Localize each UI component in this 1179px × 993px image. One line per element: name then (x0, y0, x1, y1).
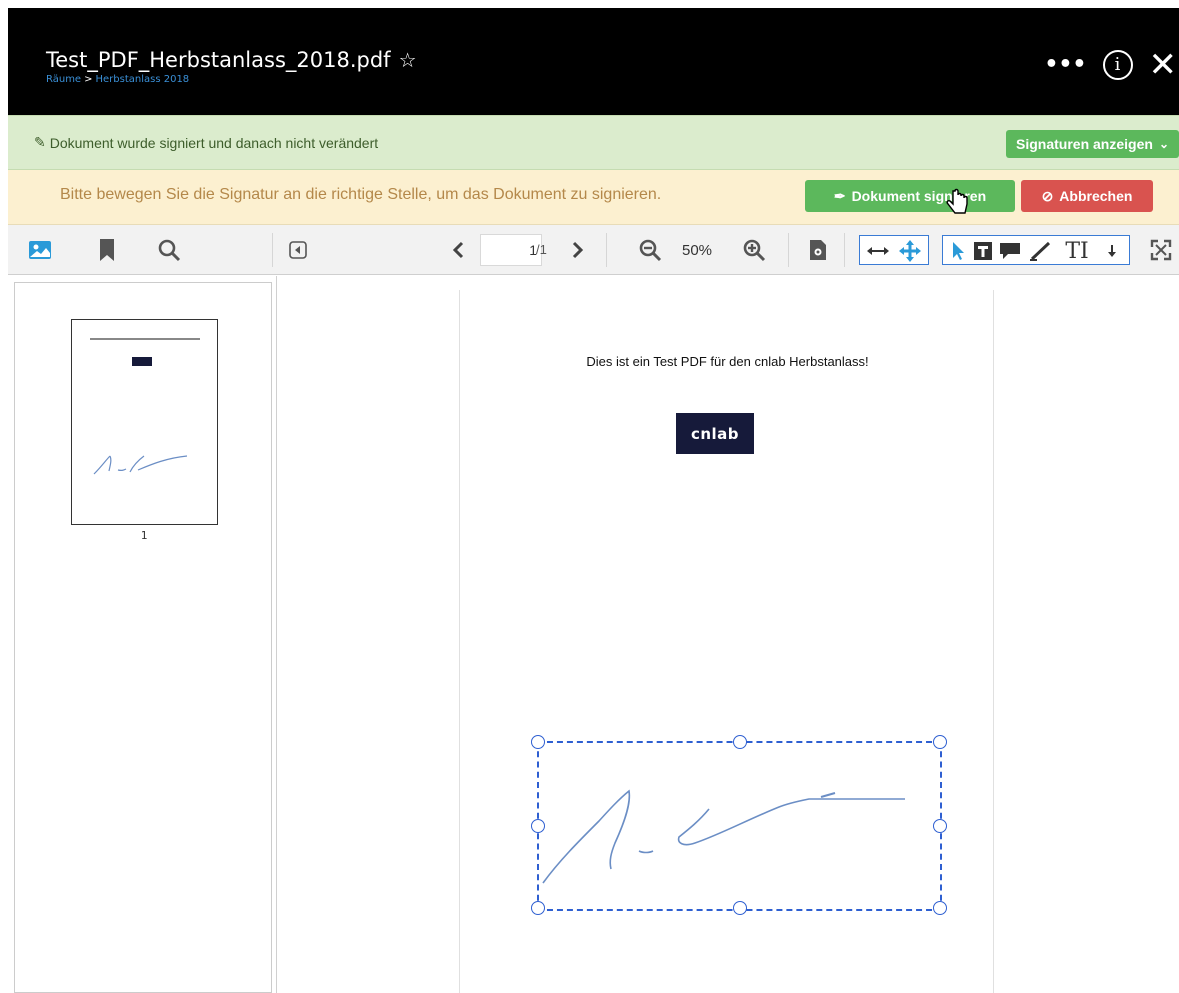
signature-placement-box[interactable] (531, 735, 947, 915)
cnlab-logo: cnlab (676, 413, 754, 454)
resize-handle-bottom-left[interactable] (531, 901, 545, 915)
show-signatures-button[interactable]: Signaturen anzeigen ⌄ (1006, 130, 1179, 158)
sidebar-toggle-icon[interactable] (286, 235, 310, 265)
header-actions: ••• i ✕ (1044, 48, 1179, 82)
header-bar: Test_PDF_Herbstanlass_2018.pdf ☆ Räume >… (8, 8, 1179, 115)
zoom-in-icon[interactable] (740, 235, 768, 265)
resize-handle-bottom[interactable] (733, 901, 747, 915)
pdf-viewer: Test_PDF_Herbstanlass_2018.pdf ☆ Räume >… (0, 0, 1179, 993)
signature-status-text: Dokument wurde signiert und danach nicht… (49, 134, 379, 151)
breadcrumb-item-herbstanlass[interactable]: Herbstanlass 2018 (95, 74, 189, 85)
title-row: Test_PDF_Herbstanlass_2018.pdf ☆ (46, 48, 417, 72)
resize-handle-top-left[interactable] (531, 735, 545, 749)
cancel-label: Abbrechen (1059, 188, 1133, 204)
signature-status-bar: ✎ Dokument wurde signiert und danach nic… (8, 115, 1179, 170)
toolbar-divider (788, 233, 789, 267)
fit-width-icon[interactable] (864, 236, 892, 266)
select-arrow-icon[interactable] (947, 236, 969, 266)
search-icon[interactable] (154, 235, 184, 265)
breadcrumb: Räume > Herbstanlass 2018 (46, 74, 189, 85)
settings-page-icon[interactable] (806, 235, 830, 265)
resize-handle-left[interactable] (531, 819, 545, 833)
next-page-icon[interactable] (568, 235, 588, 265)
thumb-signature-icon (93, 455, 188, 475)
bookmark-icon[interactable] (96, 235, 118, 265)
toolbar-divider (272, 233, 273, 267)
signature-drawing (542, 789, 905, 884)
breadcrumb-item-raeume[interactable]: Räume (46, 74, 81, 85)
sign-instruction-text: Bitte bewegen Sie die Signatur an die ri… (60, 186, 662, 203)
toolbar-divider (606, 233, 607, 267)
sign-instruction-bar: Bitte bewegen Sie die Signatur an die ri… (8, 170, 1179, 225)
viewer-toolbar: 1 /1 50% TI (8, 225, 1179, 275)
cancel-button[interactable]: ⊘ Abbrechen (1021, 180, 1153, 212)
pan-icon[interactable] (896, 236, 924, 266)
page-total: /1 (536, 242, 547, 257)
comment-icon[interactable] (997, 236, 1023, 266)
resize-handle-top[interactable] (733, 735, 747, 749)
fullscreen-icon[interactable] (1148, 235, 1174, 265)
page-number-input[interactable]: 1 (480, 234, 542, 266)
cancel-circle-icon: ⊘ (1041, 187, 1054, 204)
chevron-down-icon: ⌄ (1158, 137, 1169, 151)
signature-status: ✎ Dokument wurde signiert und danach nic… (34, 134, 378, 151)
zoom-level: 50% (682, 242, 713, 259)
toolbar-divider (844, 233, 845, 267)
zoom-out-icon[interactable] (636, 235, 664, 265)
more-icon[interactable]: ••• (1044, 54, 1086, 76)
prev-page-icon[interactable] (448, 235, 468, 265)
text-annotation-icon[interactable] (971, 236, 995, 266)
annotation-tools-group: TI (942, 235, 1130, 265)
dropdown-arrow-icon[interactable] (1101, 236, 1123, 266)
document-title: Test_PDF_Herbstanlass_2018.pdf (46, 48, 391, 72)
pen-icon: ✒ (833, 187, 846, 204)
resize-handle-bottom-right[interactable] (933, 901, 947, 915)
thumb-text-line (90, 338, 200, 340)
thumbnail-panel: 1 (14, 282, 272, 993)
info-icon[interactable]: i (1102, 50, 1133, 80)
sign-document-button[interactable]: ✒ Dokument signieren (805, 180, 1015, 212)
resize-handle-top-right[interactable] (933, 735, 947, 749)
star-icon[interactable]: ☆ (399, 50, 417, 70)
draw-icon[interactable] (1027, 236, 1053, 266)
close-icon[interactable]: ✕ (1149, 48, 1178, 82)
thumb-logo (132, 357, 152, 366)
breadcrumb-separator: > (84, 74, 93, 85)
show-signatures-label: Signaturen anzeigen (1016, 136, 1153, 152)
pencil-icon: ✎ (34, 134, 46, 150)
thumbnail-page-label: 1 (140, 529, 148, 542)
hand-cursor-icon (946, 188, 968, 214)
page-thumbnail[interactable] (71, 319, 218, 525)
text-tool-icon[interactable]: TI (1057, 236, 1097, 266)
fit-mode-group (859, 235, 929, 265)
thumbnail-icon[interactable] (26, 235, 54, 265)
resize-handle-right[interactable] (933, 819, 947, 833)
document-text: Dies ist ein Test PDF für den cnlab Herb… (586, 354, 869, 369)
